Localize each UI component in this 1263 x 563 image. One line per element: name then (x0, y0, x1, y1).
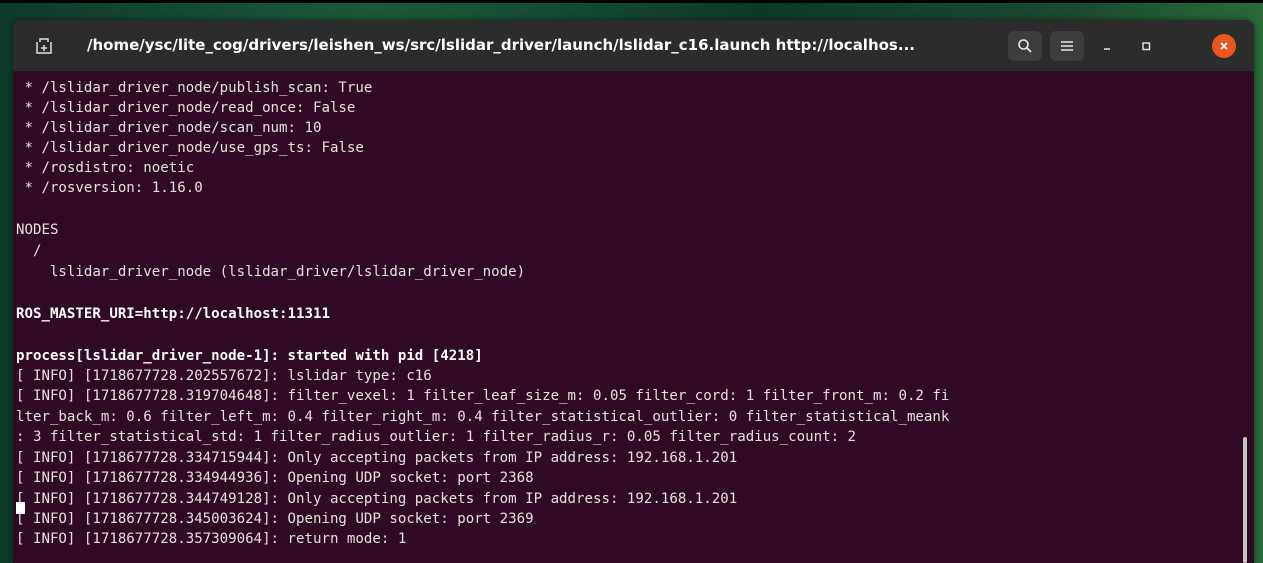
terminal-line: [ INFO] [1718677728.345003624]: Opening … (16, 511, 534, 527)
new-tab-icon (36, 38, 52, 54)
terminal-output[interactable]: * /lslidar_driver_node/publish_scan: Tru… (13, 72, 1243, 563)
terminal-line: * /rosversion: 1.16.0 (16, 180, 203, 196)
terminal-line: [ INFO] [1718677728.344749128]: Only acc… (16, 491, 738, 507)
title-bar[interactable]: /home/ysc/lite_cog/drivers/leishen_ws/sr… (13, 20, 1254, 72)
terminal-window: /home/ysc/lite_cog/drivers/leishen_ws/sr… (13, 20, 1254, 563)
terminal-line: [ INFO] [1718677728.319704648]: filter_v… (16, 388, 950, 404)
minimize-icon (1104, 48, 1110, 50)
maximize-icon (1142, 42, 1151, 51)
terminal-line: lslidar_driver_node (lslidar_driver/lsli… (16, 264, 526, 280)
close-button[interactable] (1212, 34, 1236, 58)
terminal-line: * /lslidar_driver_node/use_gps_ts: False (16, 140, 364, 156)
terminal-line: * /lslidar_driver_node/publish_scan: Tru… (16, 80, 373, 96)
terminal-line: [ INFO] [1718677728.357309064]: return m… (16, 531, 407, 547)
terminal-line: / (16, 243, 42, 259)
terminal-line: * /lslidar_driver_node/read_once: False (16, 100, 356, 116)
close-icon (1220, 42, 1228, 50)
scrollbar[interactable] (1243, 437, 1247, 563)
terminal-line: * /rosdistro: noetic (16, 160, 195, 176)
search-icon (1018, 39, 1032, 53)
minimize-button[interactable] (1095, 34, 1119, 58)
terminal-line: [ INFO] [1718677728.334715944]: Only acc… (16, 450, 738, 466)
window-title: /home/ysc/lite_cog/drivers/leishen_ws/sr… (87, 36, 915, 54)
menu-button[interactable] (1050, 31, 1084, 61)
maximize-button[interactable] (1134, 34, 1158, 58)
hamburger-menu-icon (1061, 41, 1073, 51)
terminal-line: : 3 filter_statistical_std: 1 filter_rad… (16, 429, 857, 445)
text-cursor (16, 502, 25, 514)
terminal-line: NODES (16, 222, 59, 238)
new-tab-button[interactable] (30, 34, 58, 58)
desktop-background: /home/ysc/lite_cog/drivers/leishen_ws/sr… (0, 3, 1263, 563)
terminal-line: process[lslidar_driver_node-1]: started … (16, 348, 483, 364)
terminal-line: lter_back_m: 0.6 filter_left_m: 0.4 filt… (16, 409, 950, 425)
search-button[interactable] (1008, 31, 1042, 61)
terminal-line: ROS_MASTER_URI=http://localhost:11311 (16, 306, 330, 322)
terminal-line: * /lslidar_driver_node/scan_num: 10 (16, 120, 322, 136)
terminal-line: [ INFO] [1718677728.334944936]: Opening … (16, 470, 534, 486)
terminal-line: [ INFO] [1718677728.202557672]: lslidar … (16, 368, 432, 384)
